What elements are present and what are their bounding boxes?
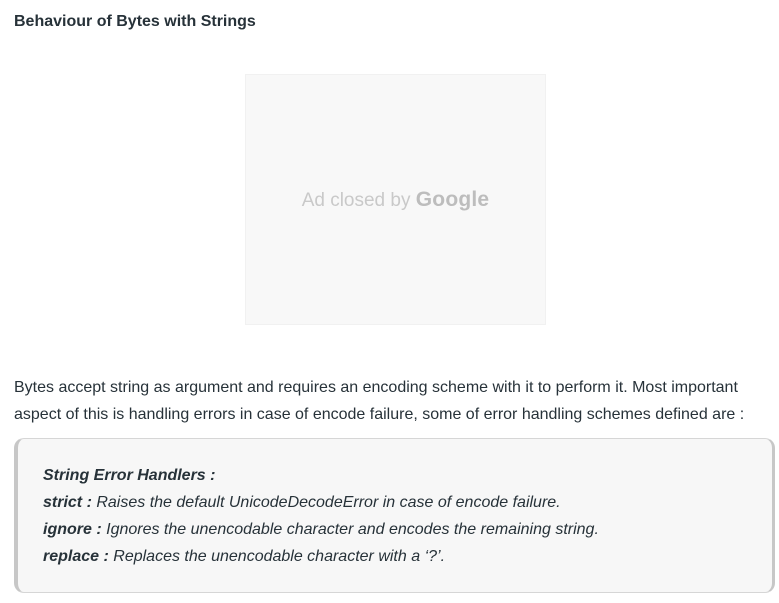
handler-term: replace : (43, 548, 109, 565)
section-title: Behaviour of Bytes with Strings (14, 13, 256, 30)
handler-term: ignore : (43, 521, 102, 538)
handler-description: Replaces the unencodable character with … (108, 548, 446, 565)
ad-closed-text: Ad closed by (301, 189, 411, 211)
google-logo: Google (415, 187, 490, 211)
body-paragraph: Bytes accept string as argument and requ… (14, 379, 745, 423)
ad-placeholder: Ad closed by Google (245, 74, 546, 325)
handler-ignore: ignore : Ignores the unencodable charact… (43, 516, 772, 543)
callout-heading: String Error Handlers : (43, 462, 772, 489)
callout-heading-text: String Error Handlers : (43, 467, 216, 484)
handler-term: strict : (43, 494, 92, 511)
handler-description: Raises the default UnicodeDecodeError in… (91, 494, 561, 511)
ad-closed-label: Ad closed by Google (302, 188, 490, 212)
handler-strict: strict : Raises the default UnicodeDecod… (43, 489, 772, 516)
error-handlers-callout: String Error Handlers : strict : Raises … (14, 438, 775, 593)
handler-description: Ignores the unencodable character and en… (101, 521, 599, 538)
handler-replace: replace : Replaces the unencodable chara… (43, 543, 772, 570)
